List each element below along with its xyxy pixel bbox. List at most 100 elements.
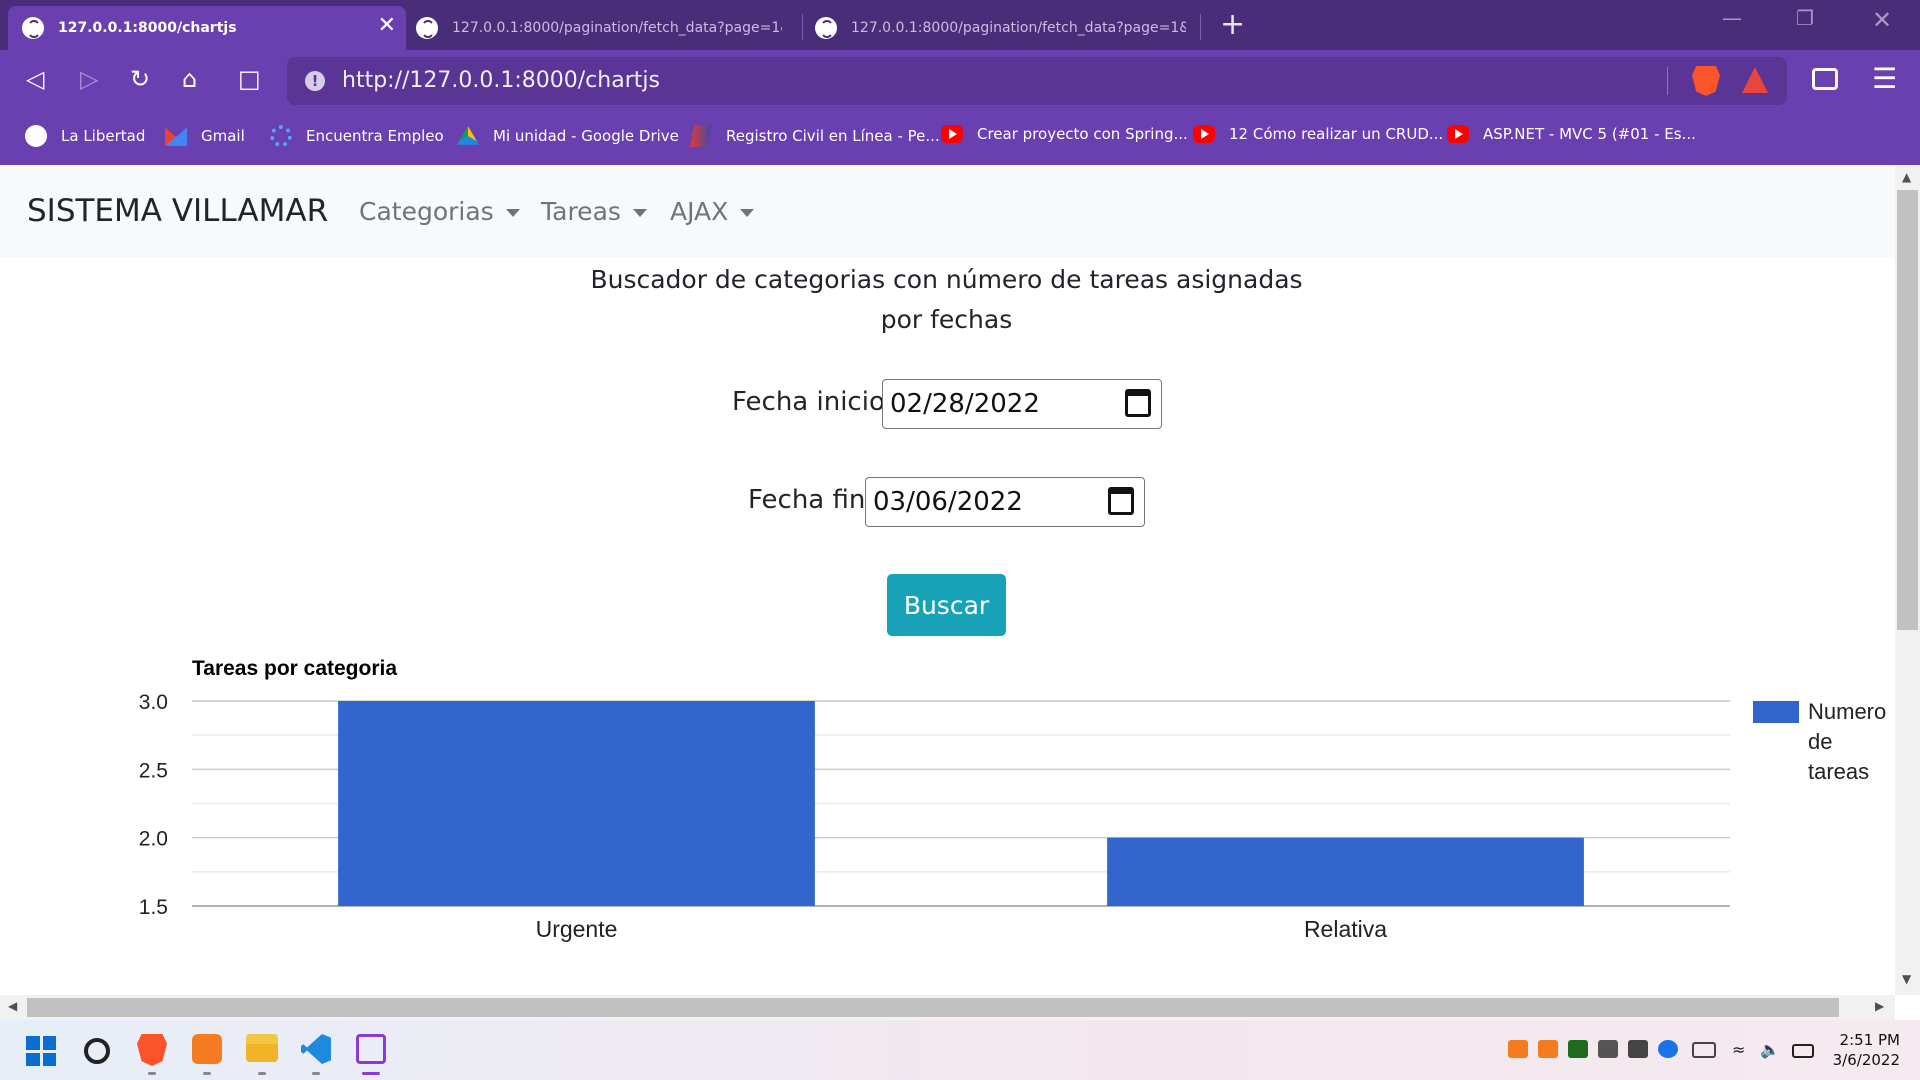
home-icon[interactable]: ⌂ — [182, 64, 197, 94]
browser-tab-bar: 127.0.0.1:8000/chartjs ✕ 127.0.0.1:8000/… — [0, 0, 1920, 50]
youtube-icon — [941, 125, 963, 143]
tab-divider — [1200, 14, 1201, 40]
y-tick-label: 1.5 — [139, 896, 168, 919]
wallet-icon[interactable] — [1812, 68, 1838, 90]
legend-swatch — [1753, 701, 1799, 723]
registro-icon — [690, 125, 712, 147]
bookmark-label: Registro Civil en Línea - Pe... — [726, 127, 940, 145]
bookmark-la-libertad[interactable]: La Libertad — [25, 125, 145, 147]
legend-label: Numero de tareas — [1808, 699, 1886, 784]
address-bar[interactable]: ! http://127.0.0.1:8000/chartjs — [287, 57, 1787, 105]
drive-icon — [457, 126, 479, 145]
y-tick-label: 2.0 — [139, 828, 168, 851]
bookmark-label: Mi unidad - Google Drive — [493, 127, 679, 145]
back-icon[interactable]: ◁ — [26, 64, 44, 94]
wifi-icon[interactable]: ≈ — [1732, 1040, 1752, 1059]
security-tray-icon[interactable] — [1658, 1040, 1678, 1058]
restore-icon[interactable]: ❐ — [1796, 6, 1814, 30]
bookmarks-bar: La Libertad Gmail Encuentra Empleo Mi un… — [0, 112, 1920, 165]
volume-icon[interactable]: 🔈 — [1760, 1040, 1780, 1059]
browser-tab[interactable]: 127.0.0.1:8000/pagination/fetch_data?pag… — [416, 6, 794, 50]
page-viewport: SISTEMA VILLAMAR Categorias Tareas AJAX … — [0, 165, 1895, 995]
browser-tab-active[interactable]: 127.0.0.1:8000/chartjs ✕ — [8, 6, 406, 50]
window-close-icon[interactable]: ✕ — [1872, 6, 1892, 34]
bar-chart: 3.0 2.5 2.0 1.5 Urgente Relativa Numero de tarea… — [139, 691, 1886, 942]
clock-time: 2:51 PM — [1839, 1031, 1900, 1049]
snipping-tool-icon[interactable] — [356, 1034, 386, 1064]
running-indicator — [203, 1072, 211, 1075]
brave-browser-icon[interactable] — [137, 1034, 167, 1066]
globe-icon — [22, 17, 44, 39]
scroll-up-icon[interactable]: ▲ — [1902, 170, 1911, 184]
tab-divider — [802, 14, 803, 40]
xampp-icon[interactable] — [192, 1034, 222, 1064]
scroll-right-icon[interactable]: ▶ — [1875, 999, 1884, 1013]
bookmark-icon[interactable]: □ — [238, 64, 261, 94]
bookmark-google-drive[interactable]: Mi unidad - Google Drive — [457, 125, 679, 147]
reload-icon[interactable]: ↻ — [130, 64, 150, 94]
bookmark-label: Gmail — [201, 127, 245, 145]
running-indicator — [312, 1072, 320, 1075]
search-icon[interactable] — [84, 1038, 110, 1064]
x-tick-label: Relativa — [1304, 916, 1387, 942]
globe-icon — [815, 17, 837, 39]
x-tick-label: Urgente — [536, 916, 618, 942]
vertical-scroll-thumb[interactable] — [1897, 190, 1918, 630]
youtube-icon — [1447, 125, 1469, 143]
bookmark-label: La Libertad — [61, 127, 146, 145]
active-indicator — [362, 1072, 380, 1075]
bar-urgente — [338, 701, 815, 906]
minimize-icon[interactable]: — — [1722, 6, 1742, 30]
bookmark-label: ASP.NET - MVC 5 (#01 - Es... — [1483, 125, 1696, 143]
scroll-left-icon[interactable]: ◀ — [8, 999, 17, 1013]
y-tick-label: 2.5 — [139, 759, 168, 782]
bookmark-gmail[interactable]: Gmail — [165, 125, 245, 147]
y-tick-label: 3.0 — [139, 691, 168, 714]
browser-menu-icon[interactable]: ☰ — [1872, 62, 1897, 95]
url-text[interactable]: http://127.0.0.1:8000/chartjs — [342, 68, 660, 93]
close-tab-icon[interactable]: ✕ — [378, 14, 396, 38]
bookmark-label: Crear proyecto con Spring... — [977, 125, 1188, 143]
system-clock[interactable]: 2:51 PM 3/6/2022 — [1830, 1030, 1900, 1070]
brave-shields-icon[interactable] — [1692, 66, 1720, 96]
brave-rewards-icon[interactable] — [1742, 67, 1768, 93]
globe-icon — [25, 125, 47, 147]
battery-icon[interactable] — [1792, 1044, 1814, 1058]
vscode-icon[interactable] — [301, 1034, 331, 1064]
xampp-tray-icon[interactable] — [1538, 1040, 1558, 1058]
clock-date: 3/6/2022 — [1832, 1051, 1900, 1069]
bookmark-encuentra-empleo[interactable]: Encuentra Empleo — [270, 125, 444, 147]
keyboard-icon[interactable] — [1692, 1042, 1716, 1058]
gear-icon — [270, 125, 292, 147]
tab-title: 127.0.0.1:8000/pagination/fetch_data?pag… — [851, 20, 1186, 36]
bookmark-aspnet[interactable]: ASP.NET - MVC 5 (#01 - Es... — [1447, 125, 1696, 143]
bookmark-label: 12 Cómo realizar un CRUD... — [1229, 125, 1444, 143]
globe-icon — [416, 17, 438, 39]
running-indicator — [148, 1072, 156, 1075]
running-indicator — [258, 1072, 266, 1075]
windows-start-icon[interactable] — [26, 1036, 56, 1066]
app-tray-icon[interactable] — [1598, 1040, 1618, 1058]
scroll-down-icon[interactable]: ▼ — [1902, 972, 1911, 986]
bookmark-registro-civil[interactable]: Registro Civil en Línea - Pe... — [690, 125, 940, 147]
bookmark-crud[interactable]: 12 Cómo realizar un CRUD... — [1193, 125, 1443, 143]
gmail-icon — [165, 127, 187, 146]
file-explorer-icon[interactable] — [246, 1034, 278, 1062]
site-info-icon[interactable]: ! — [305, 71, 325, 91]
new-tab-button[interactable]: + — [1220, 8, 1245, 42]
tab-title: 127.0.0.1:8000/chartjs — [58, 20, 237, 36]
tab-title: 127.0.0.1:8000/pagination/fetch_data?pag… — [452, 20, 782, 36]
youtube-icon — [1193, 125, 1215, 143]
address-bar-divider — [1667, 67, 1668, 95]
browser-tab[interactable]: 127.0.0.1:8000/pagination/fetch_data?pag… — [815, 6, 1200, 50]
bookmark-spring[interactable]: Crear proyecto con Spring... — [941, 125, 1188, 143]
bar-relativa — [1107, 837, 1584, 906]
browser-navigation-bar: ◁ ▷ ↻ ⌂ □ ! http://127.0.0.1:8000/chartj… — [0, 50, 1920, 112]
xampp-tray-icon[interactable] — [1508, 1040, 1528, 1058]
pen-tray-icon[interactable] — [1628, 1040, 1648, 1058]
forward-icon[interactable]: ▷ — [80, 64, 98, 94]
bookmark-label: Encuentra Empleo — [306, 127, 444, 145]
nvidia-tray-icon[interactable] — [1568, 1040, 1588, 1058]
horizontal-scroll-thumb[interactable] — [27, 998, 1839, 1017]
windows-taskbar: ≈ 🔈 2:51 PM 3/6/2022 — [0, 1020, 1920, 1080]
